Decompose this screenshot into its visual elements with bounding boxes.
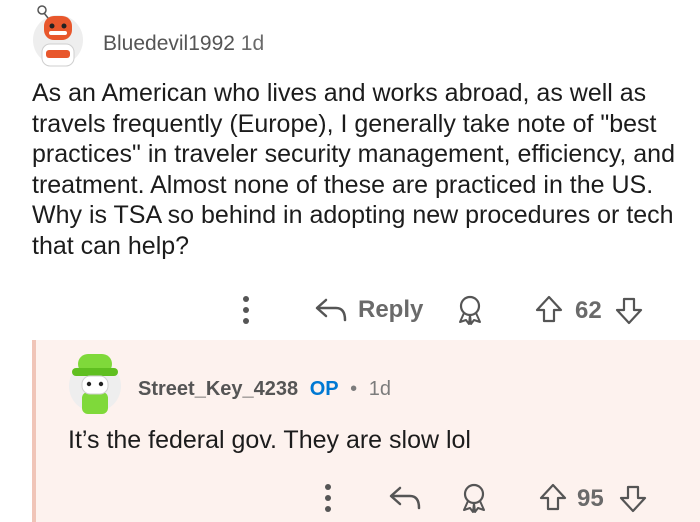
reply-username[interactable]: Street_Key_4238 <box>138 378 298 400</box>
comment: Bluedevil1992 1d As an American who live… <box>0 0 700 340</box>
reply-meta: Street_Key_4238 OP • 1d <box>138 378 391 401</box>
upvote-icon[interactable] <box>538 482 568 512</box>
award-icon[interactable] <box>460 482 488 514</box>
downvote-icon[interactable] <box>618 484 648 514</box>
op-badge: OP <box>309 378 339 400</box>
vote-count: 62 <box>575 297 602 324</box>
reply-arrow-icon[interactable] <box>314 296 348 324</box>
downvote-icon[interactable] <box>614 296 644 326</box>
comment-age: 1d <box>240 32 265 55</box>
more-options-icon[interactable] <box>240 294 252 326</box>
reply-comment: Street_Key_4238 OP • 1d It’s the federal… <box>32 340 700 522</box>
comment-actions: Reply 62 <box>0 288 700 332</box>
reply-user-avatar[interactable] <box>66 346 124 416</box>
comment-meta: Bluedevil1992 1d <box>103 32 264 56</box>
reply-age: 1d <box>368 378 391 400</box>
reply-arrow-icon[interactable] <box>388 484 422 512</box>
vote-count: 95 <box>577 485 604 512</box>
award-icon[interactable] <box>456 294 484 326</box>
comment-body: As an American who lives and works abroa… <box>32 79 675 260</box>
more-options-icon[interactable] <box>322 482 334 514</box>
username[interactable]: Bluedevil1992 <box>103 32 235 55</box>
meta-separator: • <box>350 378 358 400</box>
upvote-icon[interactable] <box>534 294 564 324</box>
user-avatar[interactable] <box>30 4 86 68</box>
reply-button[interactable]: Reply <box>358 296 423 324</box>
reply-actions: 95 <box>36 478 700 518</box>
reply-body: It’s the federal gov. They are slow lol <box>68 426 471 454</box>
